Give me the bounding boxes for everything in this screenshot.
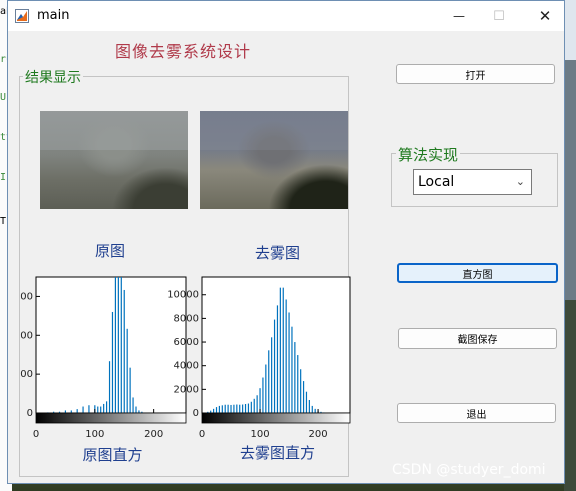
open-button[interactable]: 打开 (396, 64, 555, 84)
dehazed-caption: 去雾图 (254, 244, 300, 262)
y-tick-label: 00 (20, 369, 33, 380)
window-title: main (37, 8, 70, 23)
y-tick-label: 4000 (174, 361, 199, 372)
y-tick-label: 8000 (174, 313, 199, 324)
original-histogram-chart: 00000000 100 200 (20, 276, 187, 440)
original-hist-caption: 原图直方 (82, 446, 143, 464)
save-screenshot-button[interactable]: 截图保存 (398, 328, 557, 349)
x-tick-label: 100 (85, 429, 104, 440)
algorithm-panel-title: 算法实现 (396, 144, 461, 165)
dehazed-histogram-chart: 0 2000 4000 6000 8000 10000 0 100 200 (168, 276, 351, 440)
original-image (40, 111, 188, 209)
exit-button[interactable]: 退出 (397, 403, 556, 423)
title-bar[interactable]: main — ☐ ✕ (8, 1, 564, 31)
algorithm-select[interactable]: Local ⌄ (413, 169, 532, 195)
gray-colorbar (35, 412, 187, 424)
x-tick-label: 100 (250, 429, 269, 440)
plot-area (35, 276, 187, 414)
dehazed-hist-caption: 去雾图直方 (239, 444, 315, 462)
x-tick-label: 200 (144, 429, 163, 440)
y-tick-label: 6000 (174, 337, 199, 348)
algorithm-select-value: Local (418, 174, 455, 190)
bg-fragment: U (0, 92, 7, 103)
gray-colorbar (201, 412, 351, 424)
maximize-button[interactable]: ☐ (476, 1, 522, 31)
x-tick-label: 200 (309, 429, 328, 440)
original-caption: 原图 (94, 242, 125, 260)
y-tick-label: 2000 (174, 384, 199, 395)
y-tick-label: 0 (193, 408, 199, 419)
csdn-watermark: CSDN @studyer_domi (392, 462, 546, 478)
background-window-strip (564, 0, 576, 491)
maximize-icon: ☐ (493, 8, 505, 24)
bg-fragment: T (0, 216, 7, 227)
minimize-icon: — (453, 9, 465, 23)
chevron-down-icon: ⌄ (515, 175, 525, 188)
main-window: main — ☐ ✕ 图像去雾系统设计 结果显示 原图 去雾图 原图直方 去雾图… (7, 0, 565, 484)
histogram-button[interactable]: 直方图 (397, 263, 558, 283)
close-button[interactable]: ✕ (522, 1, 568, 31)
close-icon: ✕ (538, 7, 552, 25)
result-panel-title: 结果显示 (23, 67, 83, 87)
algorithm-panel: 算法实现 Local ⌄ (391, 144, 558, 207)
dehazed-image (200, 111, 348, 209)
y-tick-label: 0 (27, 408, 33, 419)
x-tick-label: 0 (199, 429, 205, 440)
plot-area (201, 276, 351, 414)
page-title: 图像去雾系统设计 (115, 42, 252, 61)
matlab-app-icon (15, 9, 29, 23)
bg-fragment: I (0, 172, 7, 183)
y-tick-label: 00 (20, 291, 33, 302)
y-tick-label: 10000 (168, 290, 199, 301)
y-tick-label: 00 (20, 330, 33, 341)
x-tick-label: 0 (33, 429, 39, 440)
